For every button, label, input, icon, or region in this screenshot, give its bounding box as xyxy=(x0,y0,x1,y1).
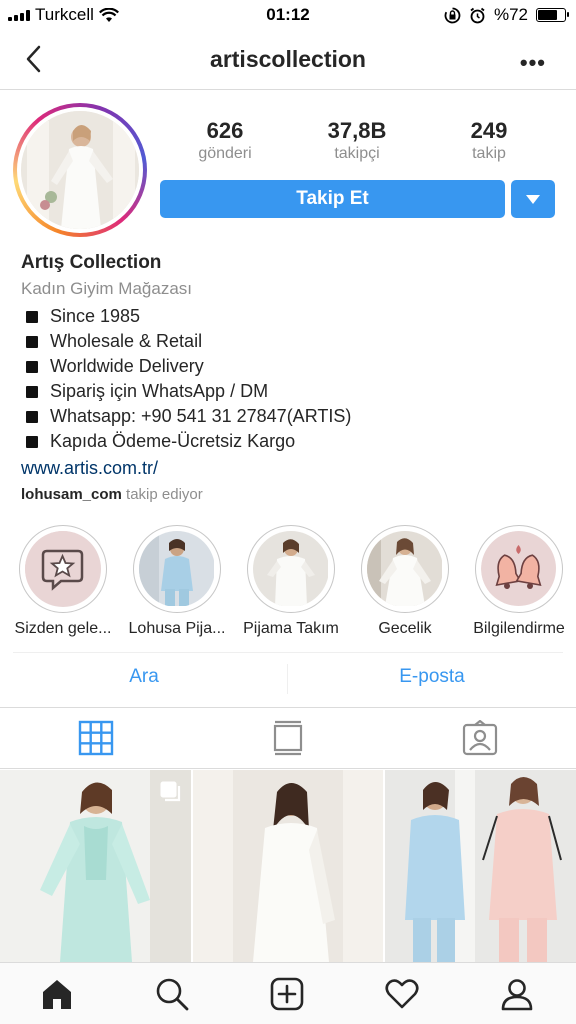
profile-bio: Artış Collection Kadın Giyim Mağazası Si… xyxy=(21,252,561,482)
new-post-icon[interactable] xyxy=(270,977,304,1011)
bio-line: Worldwide Delivery xyxy=(21,354,561,379)
email-button[interactable]: E-posta xyxy=(288,666,576,688)
profile-username: artiscollection xyxy=(210,46,366,72)
grid-view-icon[interactable] xyxy=(78,720,114,756)
followers-count: 37,8B xyxy=(327,118,387,143)
avatar-photo xyxy=(21,111,139,229)
home-icon[interactable] xyxy=(40,977,74,1011)
square-bullet-icon xyxy=(26,410,38,423)
highlight-label: Pijama Takım xyxy=(243,620,339,637)
highlight-label: Sizden gele... xyxy=(14,620,112,637)
divider xyxy=(13,652,563,653)
post-thumbnail[interactable] xyxy=(385,770,576,962)
following-label: takip xyxy=(472,145,506,162)
highlight-item[interactable]: Lohusa Pija... xyxy=(129,525,225,637)
bio-line: Kapıda Ödeme-Ücretsiz Kargo xyxy=(21,429,561,454)
highlight-photo xyxy=(139,531,215,607)
highlight-label: Bilgilendirme xyxy=(473,620,565,637)
highlight-photo xyxy=(253,531,329,607)
profile-avatar[interactable] xyxy=(13,103,147,237)
highlight-item[interactable]: Bilgilendirme xyxy=(473,525,565,637)
followed-by-username[interactable]: lohusam_com xyxy=(21,486,122,503)
stat-following[interactable]: 249 takip xyxy=(429,118,549,163)
profile-nav-bar: artiscollection ••• xyxy=(0,30,576,90)
feed-view-icon[interactable] xyxy=(270,720,306,756)
profile-full-name: Artış Collection xyxy=(21,252,162,273)
battery-level xyxy=(538,10,557,20)
square-bullet-icon xyxy=(26,335,38,348)
divider xyxy=(0,707,576,708)
status-bar: Turkcell 01:12 %72 xyxy=(0,0,576,30)
search-icon[interactable] xyxy=(155,977,189,1011)
highlight-label: Lohusa Pija... xyxy=(128,620,226,637)
profile-stats: 626 gönderi 37,8B takipçi 249 takip xyxy=(160,118,560,170)
website-link[interactable]: www.artis.com.tr/ xyxy=(21,454,561,482)
followers-label: takipçi xyxy=(334,145,380,162)
caret-down-icon xyxy=(526,195,540,204)
profile-category: Kadın Giyim Mağazası xyxy=(21,279,193,298)
more-options-icon[interactable]: ••• xyxy=(520,50,546,76)
square-bullet-icon xyxy=(26,385,38,398)
multiple-photos-icon xyxy=(160,781,180,802)
following-count: 249 xyxy=(470,118,508,143)
highlight-label: Gecelik xyxy=(378,620,432,637)
highlight-item[interactable]: Sizden gele... xyxy=(15,525,111,637)
bio-line: Since 1985 xyxy=(21,304,561,329)
call-button[interactable]: Ara xyxy=(0,666,288,688)
tagged-photos-icon[interactable] xyxy=(462,720,498,756)
post-thumbnail[interactable] xyxy=(192,770,384,962)
rotation-lock-icon xyxy=(444,7,461,23)
heart-icon[interactable] xyxy=(385,977,419,1011)
square-bullet-icon xyxy=(26,435,38,448)
bio-line: Whatsapp: +90 541 31 27847(ARTIS) xyxy=(21,404,561,429)
suggested-dropdown-button[interactable] xyxy=(511,180,555,218)
highlight-item[interactable]: Gecelik xyxy=(359,525,451,637)
highlight-photo xyxy=(367,531,443,607)
divider xyxy=(0,768,576,769)
followed-by-text: takip ediyor xyxy=(126,486,203,503)
status-right: %72 xyxy=(444,5,569,25)
star-chat-icon xyxy=(25,531,100,606)
followed-by[interactable]: lohusam_com takip ediyor xyxy=(21,486,203,503)
square-bullet-icon xyxy=(26,360,38,373)
bells-icon xyxy=(481,531,556,606)
posts-count: 626 xyxy=(206,118,244,143)
battery-percent: %72 xyxy=(493,5,528,24)
bottom-tab-bar xyxy=(0,962,576,1024)
square-bullet-icon xyxy=(26,310,38,323)
post-thumbnail[interactable] xyxy=(0,770,191,962)
highlight-item[interactable]: Pijama Takım xyxy=(243,525,339,637)
bio-line: Wholesale & Retail xyxy=(21,329,561,354)
profile-icon[interactable] xyxy=(500,977,534,1011)
posts-grid xyxy=(0,770,576,962)
battery-icon xyxy=(536,8,569,22)
alarm-icon xyxy=(470,7,485,23)
stat-posts[interactable]: 626 gönderi xyxy=(165,118,285,163)
stat-followers[interactable]: 37,8B takipçi xyxy=(297,118,417,163)
bio-line: Sipariş için WhatsApp / DM xyxy=(21,379,561,404)
follow-button[interactable]: Takip Et xyxy=(160,180,505,218)
posts-label: gönderi xyxy=(198,145,252,162)
